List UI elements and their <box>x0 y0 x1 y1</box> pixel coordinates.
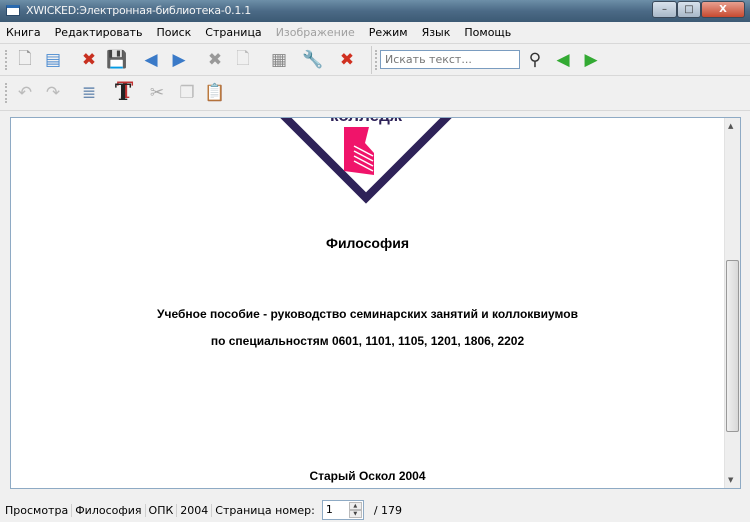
status-bar: Просмотра Философия ОПК 2004 Страница но… <box>0 498 750 522</box>
search-input[interactable] <box>380 50 520 69</box>
font-icon[interactable]: T <box>112 80 134 106</box>
menu-item-6[interactable]: Язык <box>422 26 451 39</box>
page-number-label: Страница номер: <box>215 503 315 517</box>
page-number-spinner[interactable]: 1 ▲ ▼ <box>321 500 364 520</box>
document-city-year: Старый Оскол 2004 <box>309 469 426 483</box>
status-mode: Просмотра <box>2 503 73 517</box>
stop-icon[interactable]: ✖ <box>78 49 100 71</box>
document-view[interactable]: колледж Философия Учебное пособие - руко… <box>10 117 741 489</box>
main-toolbar: ⚲ ◀ ▶ 🗋 ▤ ✖ 💾 ◀ ▶ ✖ 🗋 ▦ 🔧 ✖ <box>0 44 750 76</box>
cut-icon[interactable]: ✂ <box>146 82 168 104</box>
spin-up-icon[interactable]: ▲ <box>348 502 362 510</box>
delete-icon[interactable]: ✖ <box>204 49 226 71</box>
image-icon[interactable]: ▦ <box>268 49 290 71</box>
maximize-button[interactable]: □ <box>677 1 701 18</box>
status-year: 2004 <box>177 503 213 517</box>
find-next-icon[interactable]: ▶ <box>580 49 602 71</box>
college-logo: колледж <box>280 117 452 204</box>
find-previous-icon[interactable]: ◀ <box>552 49 574 71</box>
page-icon[interactable]: 🗋 <box>232 49 254 71</box>
scroll-down-icon[interactable]: ▼ <box>728 476 733 484</box>
scroll-up-icon[interactable]: ▲ <box>728 122 733 130</box>
menu-bar: Книга Редактировать Поиск Страница Изображен… <box>0 22 750 44</box>
page-number-value[interactable]: 1 <box>326 503 333 516</box>
save-icon[interactable]: 💾 <box>106 49 128 71</box>
document-subtitle: Учебное пособие - руководство семинарски… <box>157 307 578 321</box>
menu-item-3[interactable]: Страница <box>205 26 261 39</box>
menu-item-2[interactable]: Поиск <box>156 26 191 39</box>
vertical-scrollbar[interactable]: ▲ ▼ <box>724 118 740 488</box>
status-book: Философия <box>72 503 146 517</box>
new-document-icon[interactable]: 🗋 <box>14 49 36 71</box>
menu-item-1[interactable]: Редактировать <box>55 26 143 39</box>
document-specialties: по специальностям 0601, 1101, 1105, 1201… <box>210 334 525 348</box>
toolbar-grip[interactable] <box>5 83 8 103</box>
document-title: Философия <box>326 235 409 251</box>
forward-arrow-icon[interactable]: ▶ <box>168 49 190 71</box>
text-document-icon[interactable]: ≣ <box>78 82 100 104</box>
page-total: / 179 <box>373 503 403 517</box>
menu-item-4[interactable]: Изображение <box>276 26 355 39</box>
title-bar: XWICKED:Электронная-библиотека-0.1.1 – □… <box>0 0 750 22</box>
edit-toolbar: ↶ ↷ ≣ T ✂ ❐ 📋 <box>0 77 750 111</box>
menu-item-0[interactable]: Книга <box>6 26 41 39</box>
toolbar-grip[interactable] <box>5 50 8 70</box>
menu-item-5[interactable]: Режим <box>369 26 408 39</box>
app-icon <box>6 5 20 16</box>
redo-icon[interactable]: ↷ <box>42 82 64 104</box>
toolbar-separator <box>371 46 372 74</box>
undo-icon[interactable]: ↶ <box>14 82 36 104</box>
minimize-button[interactable]: – <box>652 1 677 18</box>
menu-item-7[interactable]: Помощь <box>464 26 511 39</box>
copy-icon[interactable]: ❐ <box>176 82 198 104</box>
close-red-icon[interactable]: ✖ <box>336 49 358 71</box>
wrench-icon[interactable]: 🔧 <box>302 49 324 71</box>
binoculars-icon[interactable]: ⚲ <box>524 49 546 71</box>
close-button[interactable]: X <box>701 1 745 18</box>
back-arrow-icon[interactable]: ◀ <box>140 49 162 71</box>
scrollbar-thumb[interactable] <box>726 259 739 432</box>
logo-text: колледж <box>330 117 403 125</box>
spin-down-icon[interactable]: ▼ <box>348 510 362 518</box>
status-author: ОПК <box>146 503 178 517</box>
print-icon[interactable]: ▤ <box>42 49 64 71</box>
paste-icon[interactable]: 📋 <box>204 82 226 104</box>
toolbar-grip[interactable] <box>375 50 378 70</box>
window-title: XWICKED:Электронная-библиотека-0.1.1 <box>26 4 251 17</box>
